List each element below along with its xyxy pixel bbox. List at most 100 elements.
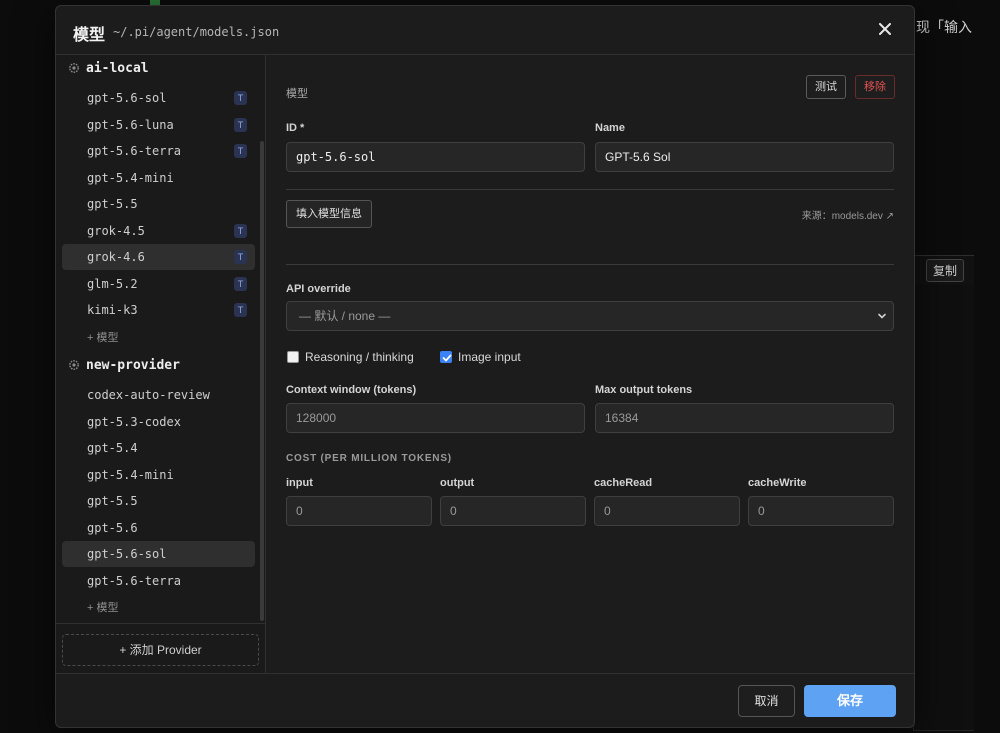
model-item-label: gpt-5.5	[87, 494, 138, 508]
model-editor: 模型 测试 移除 ID * gpt-5.6-sol Name GPT-5.6 S…	[266, 55, 914, 673]
config-path: ~/.pi/agent/models.json	[113, 25, 280, 39]
sidebar-model-item[interactable]: gpt-5.4-mini	[62, 165, 255, 191]
sidebar-model-item[interactable]: gpt-5.6	[62, 515, 255, 541]
cancel-button[interactable]: 取消	[738, 685, 795, 717]
background-panel-body	[913, 285, 974, 731]
cost-cache-write-label: cacheWrite	[748, 477, 807, 489]
reasoning-checkbox[interactable]	[287, 351, 299, 363]
provider-header-new-provider[interactable]: new-provider	[68, 355, 180, 375]
api-override-label: API override	[286, 283, 351, 295]
fill-model-info-button[interactable]: 填入模型信息	[286, 200, 372, 228]
gear-icon	[69, 360, 79, 370]
close-icon	[879, 23, 891, 35]
sidebar-model-item-selected[interactable]: gpt-5.6-sol	[62, 541, 255, 567]
sidebar-model-item[interactable]: gpt-5.6-sol T	[62, 85, 255, 111]
sidebar-model-item[interactable]: kimi-k3 T	[62, 297, 255, 323]
chevron-down-icon	[878, 313, 886, 319]
remove-button[interactable]: 移除	[855, 75, 895, 99]
sidebar-model-item[interactable]: gpt-5.6-terra	[62, 568, 255, 594]
reasoning-label: Reasoning / thinking	[305, 350, 414, 364]
sidebar-model-item[interactable]: gpt-5.3-codex	[62, 409, 255, 435]
sidebar-scroll-area[interactable]: ai-local gpt-5.6-sol T gpt-5.6-luna T gp…	[56, 55, 265, 623]
add-provider-button[interactable]: + 添加 Provider	[62, 634, 259, 666]
max-output-label: Max output tokens	[595, 384, 693, 396]
add-model-button[interactable]: + 模型	[87, 599, 118, 615]
add-model-button[interactable]: + 模型	[87, 329, 118, 345]
tool-badge: T	[234, 91, 247, 105]
model-item-label: grok-4.6	[87, 250, 145, 264]
model-item-label: gpt-5.6-sol	[87, 91, 167, 105]
tool-badge: T	[234, 118, 247, 132]
checkmark-icon	[442, 354, 452, 362]
cost-heading: COST (PER MILLION TOKENS)	[286, 453, 452, 464]
source-link[interactable]: 来源：models.dev ↗	[802, 207, 894, 222]
model-item-label: gpt-5.4-mini	[87, 468, 174, 482]
name-input[interactable]: GPT-5.6 Sol	[595, 142, 894, 172]
max-output-input[interactable]: 16384	[595, 403, 894, 433]
tool-badge: T	[234, 303, 247, 317]
model-item-label: gpt-5.6-luna	[87, 118, 174, 132]
model-item-label: gpt-5.5	[87, 197, 138, 211]
reasoning-checkbox-row[interactable]: Reasoning / thinking	[287, 349, 414, 365]
sidebar-model-item[interactable]: codex-auto-review	[62, 382, 255, 408]
model-item-label: gpt-5.3-codex	[87, 415, 181, 429]
cost-output-field[interactable]: 0	[440, 496, 586, 526]
model-item-label: codex-auto-review	[87, 388, 210, 402]
image-input-checkbox[interactable]	[440, 351, 452, 363]
api-override-value: — 默认 / none —	[299, 309, 391, 323]
sidebar-scrollbar[interactable]	[260, 141, 264, 621]
sidebar-model-item[interactable]: grok-4.5 T	[62, 218, 255, 244]
modal-header: 模型 ~/.pi/agent/models.json	[56, 6, 914, 55]
sidebar-model-item[interactable]: gpt-5.5	[62, 191, 255, 217]
provider-name: ai-local	[86, 60, 149, 76]
sidebar-model-item[interactable]: glm-5.2 T	[62, 271, 255, 297]
provider-name: new-provider	[86, 357, 180, 373]
sidebar-model-item[interactable]: gpt-5.4-mini	[62, 462, 255, 488]
name-label: Name	[595, 122, 625, 134]
save-button[interactable]: 保存	[804, 685, 896, 717]
cost-cache-read-field[interactable]: 0	[594, 496, 740, 526]
model-item-label: gpt-5.6	[87, 521, 138, 535]
id-input[interactable]: gpt-5.6-sol	[286, 142, 585, 172]
api-override-select[interactable]: — 默认 / none —	[286, 301, 894, 331]
sidebar-model-item[interactable]: gpt-5.5	[62, 488, 255, 514]
context-window-input[interactable]: 128000	[286, 403, 585, 433]
provider-header-ai-local[interactable]: ai-local	[68, 58, 149, 78]
close-button[interactable]	[874, 18, 896, 40]
sidebar-model-item[interactable]: gpt-5.6-luna T	[62, 112, 255, 138]
tool-badge: T	[234, 277, 247, 291]
gear-icon	[69, 63, 79, 73]
background-partial-text: 现「输入	[916, 19, 972, 35]
context-window-label: Context window (tokens)	[286, 384, 417, 396]
image-input-label: Image input	[458, 350, 521, 364]
test-button[interactable]: 测试	[806, 75, 846, 99]
section-label: 模型	[286, 88, 308, 100]
cost-cache-write-field[interactable]: 0	[748, 496, 894, 526]
sidebar-model-item[interactable]: gpt-5.4	[62, 435, 255, 461]
modal-footer: 取消 保存	[56, 673, 914, 727]
model-item-label: grok-4.5	[87, 224, 145, 238]
cost-input-field[interactable]: 0	[286, 496, 432, 526]
image-input-checkbox-row[interactable]: Image input	[440, 349, 521, 365]
cost-input-label: input	[286, 477, 313, 489]
divider	[286, 189, 894, 190]
sidebar-footer: + 添加 Provider	[56, 623, 265, 674]
cost-output-label: output	[440, 477, 475, 489]
model-item-label: glm-5.2	[87, 277, 138, 291]
tool-badge: T	[234, 250, 247, 264]
tool-badge: T	[234, 144, 247, 158]
model-item-label: kimi-k3	[87, 303, 138, 317]
background-copy-button: 复制	[926, 259, 965, 282]
divider	[286, 264, 894, 265]
id-label: ID *	[286, 122, 305, 134]
cost-cache-read-label: cacheRead	[594, 477, 653, 489]
provider-sidebar: ai-local gpt-5.6-sol T gpt-5.6-luna T gp…	[56, 55, 266, 673]
model-item-label: gpt-5.4-mini	[87, 171, 174, 185]
models-modal: 模型 ~/.pi/agent/models.json ai-local gpt-…	[55, 5, 915, 728]
model-item-label: gpt-5.6-terra	[87, 574, 181, 588]
sidebar-model-item-hovered[interactable]: grok-4.6 T	[62, 244, 255, 270]
tool-badge: T	[234, 224, 247, 238]
sidebar-model-item[interactable]: gpt-5.6-terra T	[62, 138, 255, 164]
modal-title: 模型	[73, 27, 106, 44]
model-item-label: gpt-5.6-terra	[87, 144, 181, 158]
